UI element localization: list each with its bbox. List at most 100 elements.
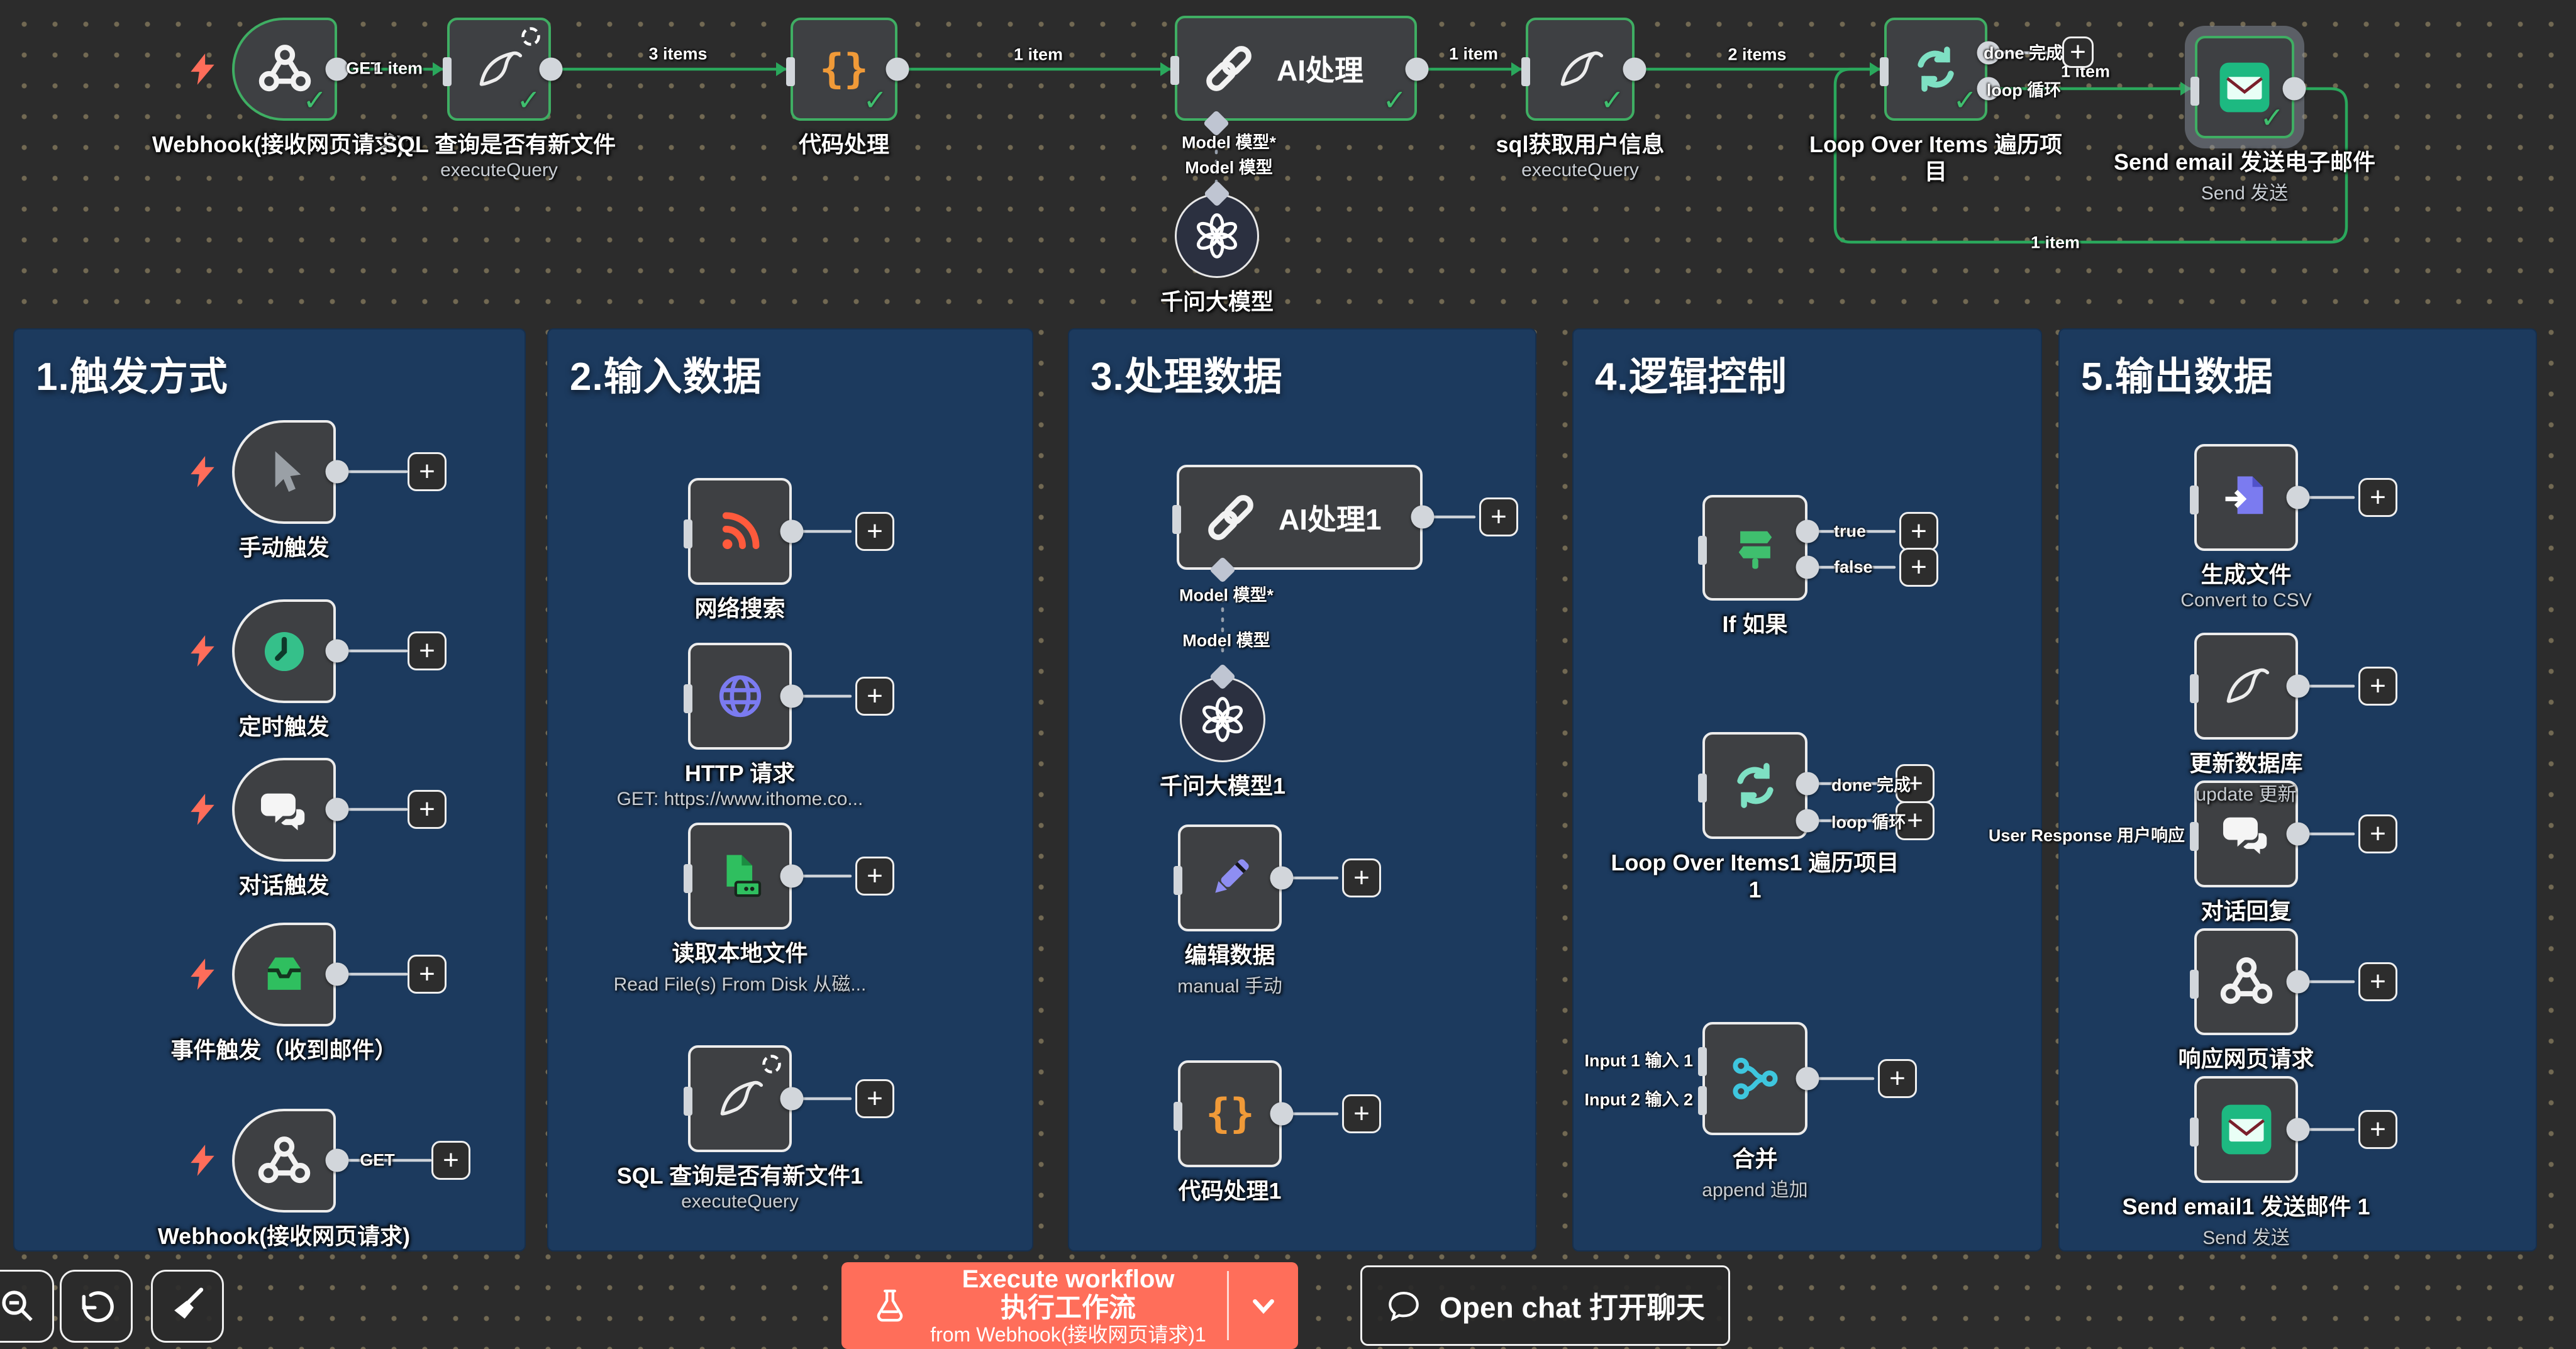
output-port[interactable] [1406, 58, 1429, 81]
add-node-button[interactable]: + [1479, 497, 1518, 536]
node-label: Send email 发送电子邮件 [2068, 148, 2421, 175]
trigger-bolt-icon [186, 455, 219, 489]
zoom-out-button[interactable] [0, 1270, 54, 1343]
add-node-button[interactable]: + [855, 677, 894, 716]
sub-node-connector[interactable] [1204, 180, 1230, 207]
add-node-button[interactable]: + [855, 1079, 894, 1118]
output-port[interactable] [540, 58, 563, 81]
add-node-button[interactable]: + [2358, 667, 2397, 706]
node-label: 千问大模型 [1085, 288, 1349, 315]
node-sublabel: GET: https://www.ithome.co... [596, 789, 885, 810]
output-port[interactable] [1411, 506, 1435, 529]
chevron-down-icon [1246, 1289, 1280, 1323]
add-node-button[interactable]: + [408, 452, 447, 491]
connection-label: 1 item [1449, 45, 1498, 64]
output-port[interactable] [1796, 772, 1819, 796]
output-port[interactable] [780, 520, 804, 543]
node-label: 网络搜索 [605, 595, 875, 622]
output-port[interactable] [1796, 520, 1819, 543]
output-port[interactable] [1270, 867, 1294, 890]
add-node-button[interactable]: + [431, 1141, 470, 1180]
node-label: 响应网页请求 [2102, 1045, 2391, 1072]
trigger-bolt-icon [186, 1143, 219, 1177]
node-sublabel: executeQuery [564, 1191, 916, 1213]
node-label: 对话回复 [2111, 897, 2382, 924]
connection-label: loop 循环 [1831, 809, 1906, 833]
execute-workflow-button[interactable]: Execute workflow 执行工作流 from Webhook(接收网页… [841, 1262, 1298, 1349]
output-port[interactable] [780, 1087, 804, 1111]
add-node-button[interactable]: + [1899, 548, 1938, 587]
add-node-button[interactable]: + [2358, 962, 2397, 1001]
output-port[interactable] [1796, 809, 1819, 833]
output-port[interactable] [780, 685, 804, 708]
add-node-button[interactable]: + [2358, 478, 2397, 517]
node-label: 对话触发 [149, 872, 419, 899]
output-port[interactable] [2287, 486, 2310, 509]
connection-label: done 完成 [1984, 40, 2063, 64]
node-label: SQL 查询是否有新文件 [323, 131, 675, 158]
execute-workflow-source: from Webhook(接收网页请求)1 [909, 1324, 1227, 1346]
add-node-button[interactable]: + [1899, 512, 1938, 551]
zoom-out-icon [0, 1284, 40, 1328]
add-node-button[interactable]: + [2358, 1110, 2397, 1149]
node-label: If 如果 [1661, 611, 1850, 638]
add-node-button[interactable]: + [2062, 36, 2094, 68]
add-node-button[interactable]: + [1342, 858, 1381, 897]
execute-options-button[interactable] [1229, 1289, 1298, 1323]
execute-workflow-labels: Execute workflow 执行工作流 from Webhook(接收网页… [909, 1265, 1227, 1346]
node-label: 读取本地文件 [564, 940, 916, 967]
output-port[interactable] [326, 640, 349, 663]
output-port[interactable] [1796, 556, 1819, 579]
add-node-button[interactable]: + [855, 857, 894, 896]
output-port[interactable] [326, 460, 349, 484]
node-label: 千问大模型1 [1091, 772, 1355, 799]
node-sublabel: append 追加 [1661, 1174, 1850, 1202]
connection-label: GET [360, 1151, 395, 1170]
output-port[interactable] [2287, 1118, 2310, 1141]
node-sublabel: Convert to CSV [2111, 590, 2382, 611]
node-label: Send email1 发送邮件 1 [2070, 1193, 2423, 1220]
connection-label: 1 item [1014, 45, 1063, 65]
output-port[interactable] [1270, 1102, 1294, 1126]
node-label: 更新数据库 [2111, 750, 2382, 777]
connection-label: Input 1 输入 1 [1584, 1047, 1693, 1072]
output-port[interactable] [2287, 970, 2310, 994]
output-port[interactable] [2287, 823, 2310, 846]
execute-workflow-label-zh: 执行工作流 [909, 1293, 1227, 1323]
add-node-button[interactable]: + [408, 790, 447, 829]
node-label: 编辑数据 [1095, 941, 1365, 969]
node-label: 生成文件 [2111, 561, 2382, 588]
output-port[interactable] [326, 798, 349, 821]
node-label: HTTP 请求 [596, 760, 885, 787]
add-node-button[interactable]: + [1878, 1059, 1917, 1098]
output-port[interactable] [2287, 675, 2310, 698]
node-label: 代码处理 [718, 131, 970, 158]
output-port[interactable] [2283, 77, 2306, 101]
node-label: 手动触发 [149, 534, 419, 561]
trigger-bolt-icon [186, 957, 219, 991]
tidy-up-button[interactable] [151, 1270, 224, 1343]
node-label: Loop Over Items 遍历项目 [1801, 131, 2071, 185]
output-port[interactable] [1623, 58, 1646, 81]
node-label: Loop Over Items1 遍历项目 1 [1611, 849, 1900, 903]
node-sublabel: manual 手动 [1095, 970, 1365, 998]
node-label: SQL 查询是否有新文件1 [564, 1162, 916, 1189]
output-port[interactable] [780, 865, 804, 888]
open-chat-button[interactable]: Open chat 打开聊天 [1360, 1265, 1730, 1346]
output-port[interactable] [326, 1149, 349, 1172]
node-label: 定时触发 [149, 713, 419, 740]
add-node-button[interactable]: + [1342, 1094, 1381, 1133]
output-port[interactable] [326, 58, 349, 81]
output-port[interactable] [886, 58, 909, 81]
sub-node-connector[interactable] [1209, 557, 1236, 583]
add-node-button[interactable]: + [2358, 814, 2397, 853]
output-port[interactable] [326, 963, 349, 986]
add-node-button[interactable]: + [855, 512, 894, 551]
open-chat-label: Open chat 打开聊天 [1440, 1285, 1705, 1326]
undo-button[interactable] [60, 1270, 133, 1343]
add-node-button[interactable]: + [408, 955, 447, 994]
add-node-button[interactable]: + [408, 631, 447, 670]
output-port[interactable] [1796, 1067, 1819, 1091]
node-label: sql获取用户信息 [1404, 131, 1757, 158]
sub-node-connector[interactable] [1209, 663, 1236, 690]
